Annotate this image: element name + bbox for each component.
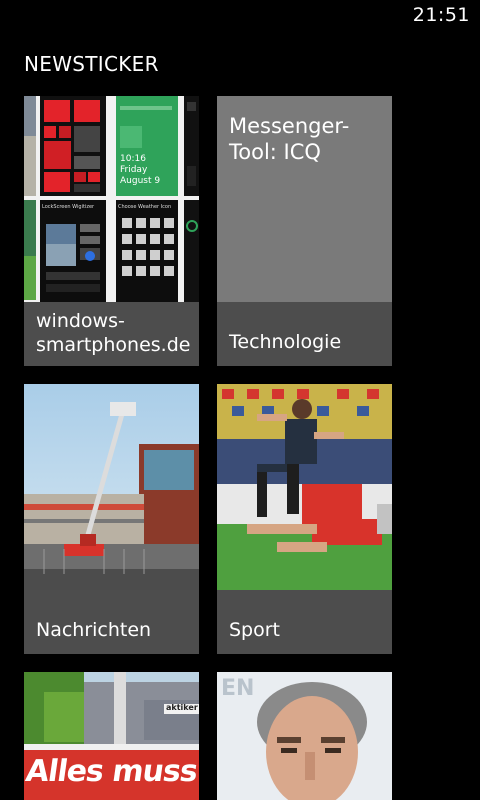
- lockscreen-day: Friday: [120, 165, 148, 175]
- caption-line-2: smartphones.de: [36, 334, 191, 356]
- status-time: 21:51: [412, 4, 470, 26]
- tile-caption-text: Technologie: [229, 331, 342, 353]
- headline-line-2: Tool: ICQ: [229, 140, 321, 164]
- tile-portrait-photo[interactable]: EN: [217, 672, 392, 800]
- lockscreen-time: 10:16: [120, 154, 146, 164]
- tile-image-construction: [24, 384, 199, 590]
- tile-sport[interactable]: Sport: [217, 384, 392, 654]
- page-title: NEWSTICKER: [24, 52, 159, 76]
- tile-image-football: [217, 384, 392, 590]
- tile-headline-area: Messenger- Tool: ICQ: [217, 96, 392, 302]
- caption-line-1: windows-: [36, 310, 125, 332]
- weather-icon-label: Choose Weather Icon: [118, 204, 172, 210]
- tile-nachrichten[interactable]: Nachrichten: [24, 384, 199, 654]
- lockscreen-app-label: LockScreen Wigitizer: [42, 204, 95, 210]
- tile-image-phone-screens: 10:16 Friday August 9 LockScreen Wigitiz…: [24, 96, 199, 302]
- phone-screenshots-graphic: [24, 96, 199, 302]
- store-sign: aktiker: [166, 703, 198, 712]
- tile-caption-text: windows- smartphones.de: [36, 309, 190, 357]
- banner-text: Alles muss ra: [24, 754, 199, 789]
- tile-caption: Sport: [217, 590, 392, 654]
- football-photo: [217, 384, 392, 590]
- tile-caption: Nachrichten: [24, 590, 199, 654]
- tile-banner-photo[interactable]: aktiker Alles muss ra: [24, 672, 199, 800]
- tile-technologie[interactable]: Messenger- Tool: ICQ Technologie: [217, 96, 392, 366]
- tile-caption-text: Nachrichten: [36, 619, 152, 641]
- tile-caption: windows- smartphones.de: [24, 302, 199, 366]
- lockscreen-date: August 9: [120, 176, 161, 186]
- construction-photo: [24, 384, 199, 590]
- headline-line-1: Messenger-: [229, 114, 350, 138]
- tile-windows-smartphones[interactable]: 10:16 Friday August 9 LockScreen Wigitiz…: [24, 96, 199, 366]
- tile-caption: Technologie: [217, 302, 392, 366]
- background-sign: EN: [221, 676, 255, 701]
- tile-caption-text: Sport: [229, 619, 281, 641]
